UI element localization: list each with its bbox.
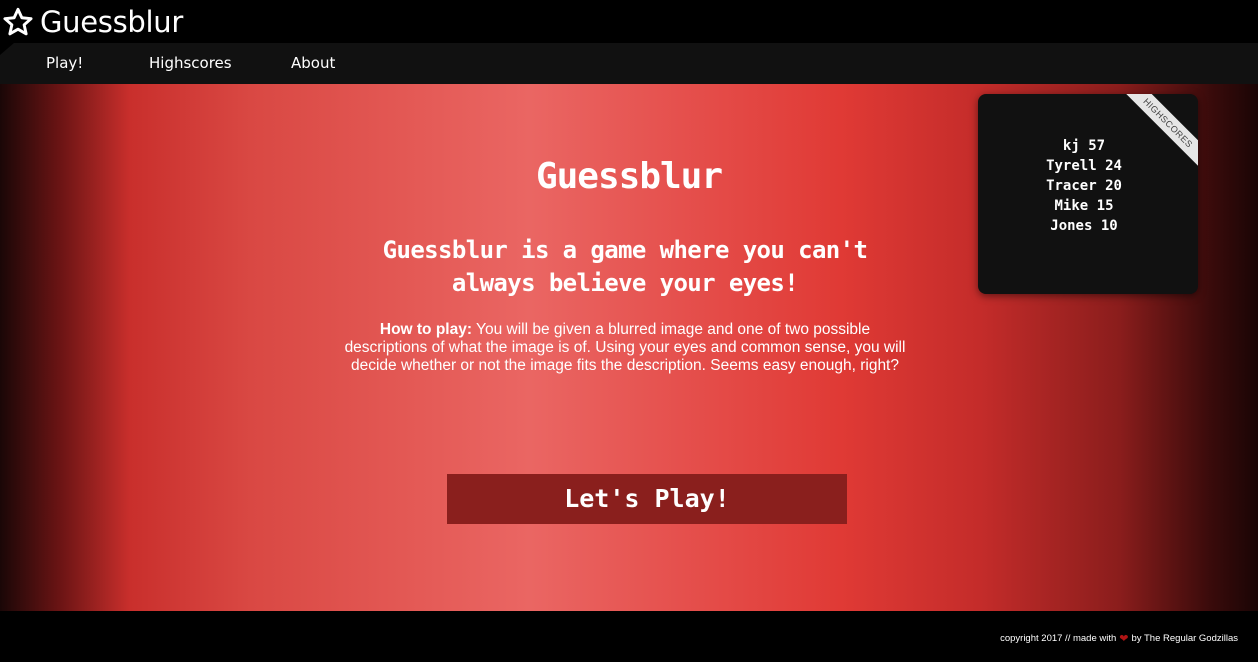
highscore-row: Tracer 20 (978, 176, 1190, 196)
nav-about[interactable]: About (291, 54, 335, 72)
nav-highscores[interactable]: Highscores (149, 54, 232, 72)
lets-play-button[interactable]: Let's Play! (447, 474, 847, 524)
how-to-play: How to play: You will be given a blurred… (340, 321, 910, 375)
player-score: 57 (1088, 138, 1106, 154)
player-score: 10 (1100, 218, 1118, 234)
highscores-panel: HIGHSCORES kj 57 Tyrell 24 Tracer 20 Mik… (978, 94, 1198, 294)
player-score: 20 (1105, 178, 1122, 194)
footer-prefix: copyright 2017 // made with (1000, 633, 1117, 644)
highscores-list: kj 57 Tyrell 24 Tracer 20 Mike 15 Jones … (978, 136, 1190, 236)
footer-suffix: by The Regular Godzillas (1131, 633, 1239, 644)
tagline: Guessblur is a game where you can't alwa… (382, 236, 868, 297)
player-name: Tracer (1046, 178, 1097, 194)
highscore-row: kj 57 (978, 136, 1190, 156)
star-outline-icon (2, 6, 34, 38)
main-nav: Play! Highscores About (0, 43, 1258, 84)
highscore-row: Mike 15 (978, 196, 1190, 216)
brand-title: Guessblur (40, 5, 183, 39)
brand[interactable]: Guessblur (2, 6, 183, 38)
player-name: Jones (1050, 218, 1093, 234)
player-name: Tyrell (1046, 158, 1097, 174)
footer-credits: copyright 2017 // made with ❤ by The Reg… (1000, 632, 1238, 645)
highscore-row: Jones 10 (978, 216, 1190, 236)
top-header: Guessblur (0, 0, 1258, 43)
footer: copyright 2017 // made with ❤ by The Reg… (0, 611, 1258, 662)
heart-icon: ❤ (1119, 633, 1129, 645)
hero-section: Guessblur Guessblur is a game where you … (0, 84, 1258, 611)
nav-play[interactable]: Play! (46, 54, 83, 72)
player-score: 24 (1105, 158, 1122, 174)
how-to-play-label: How to play: (379, 321, 473, 338)
player-score: 15 (1096, 198, 1114, 214)
player-name: Mike (1054, 198, 1089, 214)
highscore-row: Tyrell 24 (978, 156, 1190, 176)
player-name: kj (1062, 138, 1080, 154)
